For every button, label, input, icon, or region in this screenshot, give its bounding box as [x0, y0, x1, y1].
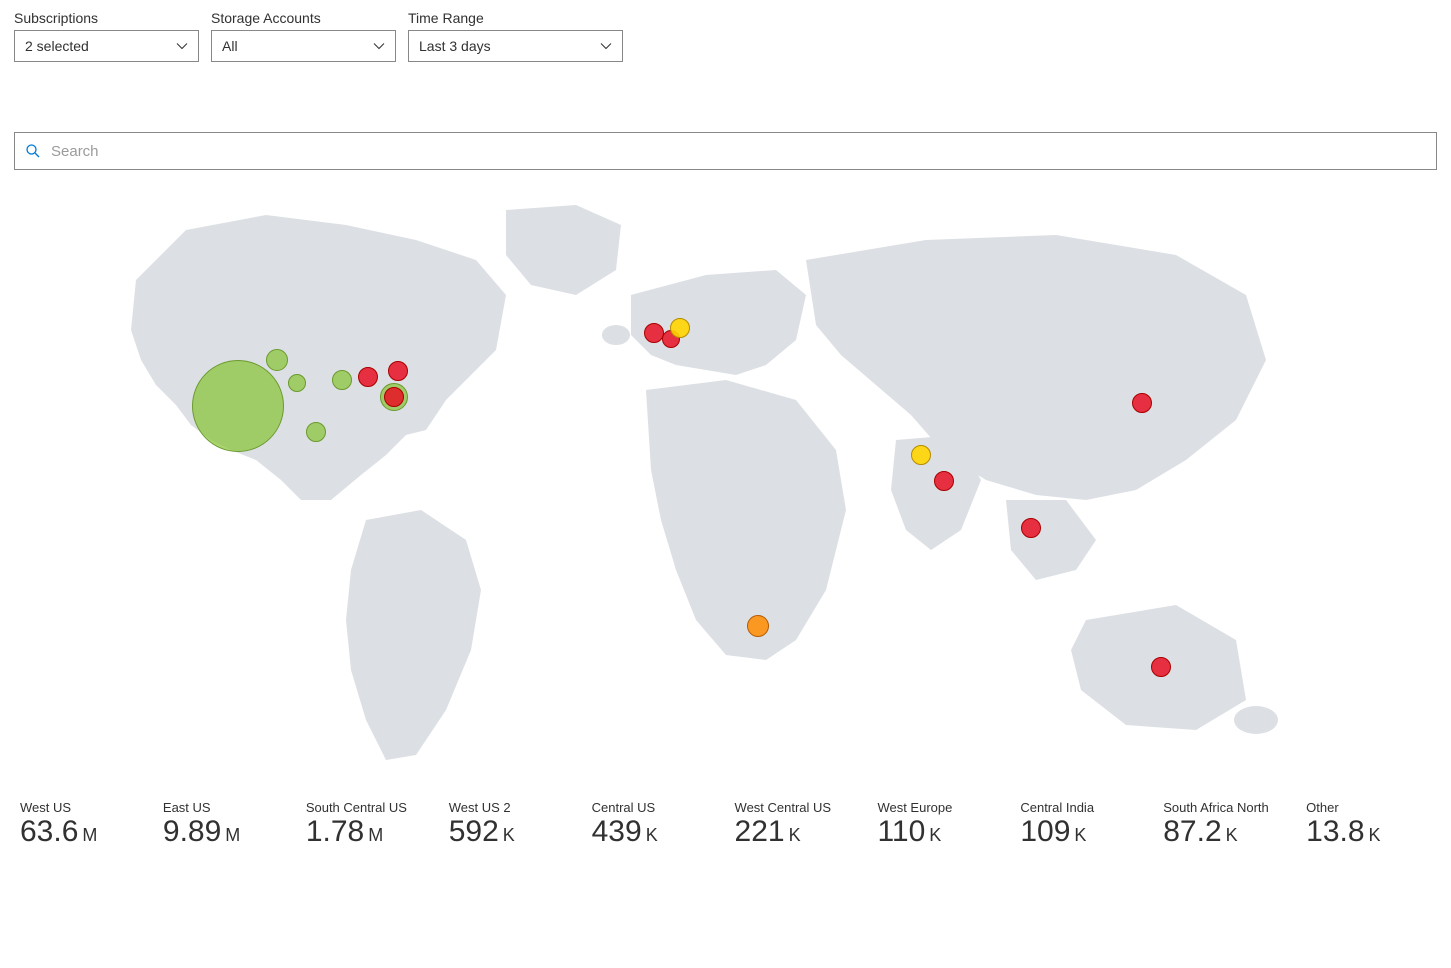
stat-card[interactable]: South Africa North87.2K	[1163, 800, 1288, 848]
stat-card[interactable]: Other13.8K	[1306, 800, 1431, 848]
map-bubble-south-india[interactable]	[934, 471, 954, 491]
subscriptions-select[interactable]: 2 selected	[14, 30, 199, 62]
map-bubble-south-central-us[interactable]	[306, 422, 326, 442]
map-bubble-japan-east[interactable]	[1132, 393, 1152, 413]
storage-filter: Storage Accounts All	[211, 10, 396, 62]
storage-label: Storage Accounts	[211, 10, 396, 26]
timerange-select[interactable]: Last 3 days	[408, 30, 623, 62]
timerange-value: Last 3 days	[419, 38, 491, 54]
stat-card[interactable]: Central US439K	[592, 800, 717, 848]
filter-bar: Subscriptions 2 selected Storage Account…	[14, 10, 1437, 62]
map-bubble-east-us-red-1[interactable]	[358, 367, 378, 387]
subscriptions-label: Subscriptions	[14, 10, 199, 26]
world-map-silhouette	[76, 200, 1376, 780]
stat-card[interactable]: Central India109K	[1020, 800, 1145, 848]
stat-value: 110K	[877, 815, 1002, 848]
stat-card[interactable]: East US9.89M	[163, 800, 288, 848]
stat-label: East US	[163, 800, 288, 815]
stat-value: 13.8K	[1306, 815, 1431, 848]
map-bubble-east-us-red-2[interactable]	[388, 361, 408, 381]
chevron-down-icon	[373, 40, 385, 52]
stat-label: South Africa North	[1163, 800, 1288, 815]
map-bubble-southeast-asia[interactable]	[1021, 518, 1041, 538]
stat-label: West Europe	[877, 800, 1002, 815]
stat-value: 439K	[592, 815, 717, 848]
search-field[interactable]	[14, 132, 1437, 170]
storage-select[interactable]: All	[211, 30, 396, 62]
stat-label: West Central US	[735, 800, 860, 815]
stat-label: West US 2	[449, 800, 574, 815]
stat-value: 87.2K	[1163, 815, 1288, 848]
stat-card[interactable]: West Europe110K	[877, 800, 1002, 848]
map-bubble-west-us-2[interactable]	[266, 349, 288, 371]
stat-label: West US	[20, 800, 145, 815]
stat-card[interactable]: South Central US1.78M	[306, 800, 431, 848]
map-bubble-west-us[interactable]	[192, 360, 284, 452]
map-bubble-central-india[interactable]	[911, 445, 931, 465]
stat-label: Central US	[592, 800, 717, 815]
timerange-filter: Time Range Last 3 days	[408, 10, 623, 62]
stat-value: 109K	[1020, 815, 1145, 848]
stat-value: 9.89M	[163, 815, 288, 848]
stat-card[interactable]: West US 2592K	[449, 800, 574, 848]
stat-value: 63.6M	[20, 815, 145, 848]
stat-label: Central India	[1020, 800, 1145, 815]
map-bubble-west-europe-2[interactable]	[670, 318, 690, 338]
stat-value: 1.78M	[306, 815, 431, 848]
map-bubble-east-us-red-3[interactable]	[384, 387, 404, 407]
stat-label: Other	[1306, 800, 1431, 815]
map-bubble-australia-se[interactable]	[1151, 657, 1171, 677]
subscriptions-filter: Subscriptions 2 selected	[14, 10, 199, 62]
subscriptions-value: 2 selected	[25, 38, 89, 54]
stat-card[interactable]: West US63.6M	[20, 800, 145, 848]
map-bubble-west-central-us[interactable]	[288, 374, 306, 392]
world-map-chart	[76, 200, 1376, 780]
stat-label: South Central US	[306, 800, 431, 815]
timerange-label: Time Range	[408, 10, 623, 26]
stat-value: 221K	[735, 815, 860, 848]
map-bubble-central-us[interactable]	[332, 370, 352, 390]
stat-card[interactable]: West Central US221K	[735, 800, 860, 848]
search-input[interactable]	[49, 142, 1426, 161]
search-icon	[25, 143, 41, 159]
stat-value: 592K	[449, 815, 574, 848]
region-stats-row: West US63.6M East US9.89M South Central US…	[14, 800, 1437, 848]
storage-value: All	[222, 38, 238, 54]
chevron-down-icon	[600, 40, 612, 52]
chevron-down-icon	[176, 40, 188, 52]
map-bubble-south-africa-n[interactable]	[747, 615, 769, 637]
